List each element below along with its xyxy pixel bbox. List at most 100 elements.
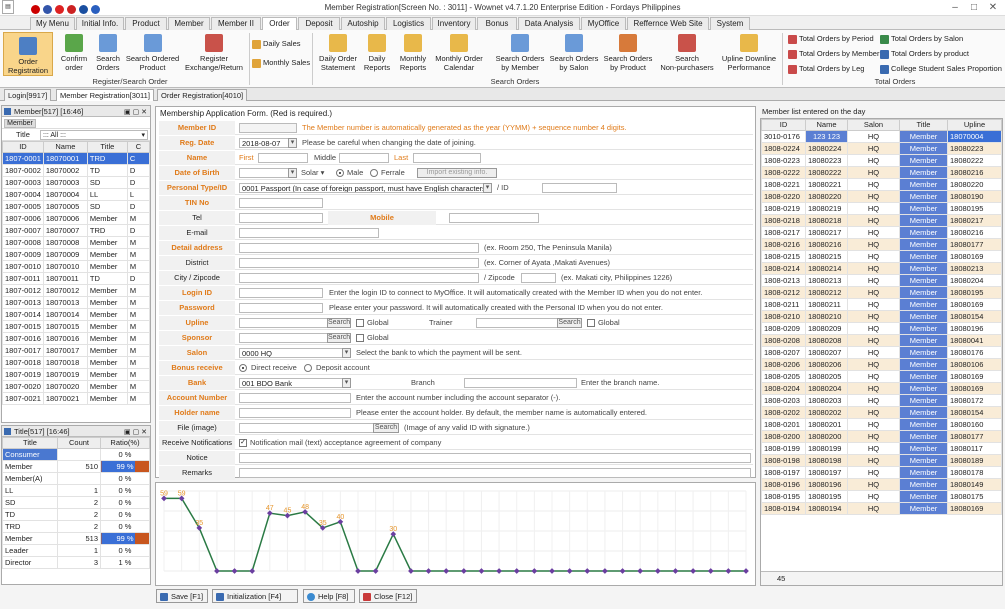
dropdown-icon[interactable]: ▾	[342, 378, 351, 388]
daily-order-statement-button[interactable]: Daily Order Statement	[318, 34, 358, 72]
table-row[interactable]: 1807-0010 18070010 Member M	[2, 260, 150, 273]
table-row[interactable]: 1808-0206 18080206 HQ Member 18080106	[761, 358, 1002, 371]
search-ordered-product-button[interactable]: Search Ordered Product	[125, 34, 180, 72]
sponsor-search-button[interactable]: Search	[327, 333, 351, 343]
register-exchange-return-button[interactable]: Register Exchange/Return	[184, 34, 244, 72]
date-dropdown-icon[interactable]: ▾	[288, 168, 297, 178]
col-title[interactable]: Title	[86, 141, 128, 153]
salon-select[interactable]: 0000 HQ	[239, 348, 351, 358]
menu-tab-order[interactable]: Order	[262, 17, 297, 31]
notification-checkbox[interactable]: ✓	[239, 439, 247, 447]
table-row[interactable]: 1808-0207 18080207 HQ Member 18080176	[761, 346, 1002, 359]
list-item[interactable]: Member 513 99 %	[2, 532, 150, 545]
table-row[interactable]: 1808-0196 18080196 HQ Member 18080149	[761, 478, 1002, 491]
col-id[interactable]: ID	[2, 141, 44, 153]
table-row[interactable]: 1807-0020 18070020 Member M	[2, 380, 150, 393]
deposit-account-radio[interactable]	[304, 364, 312, 372]
trainer-global-checkbox[interactable]	[587, 319, 595, 327]
table-row[interactable]: 1808-0216 18080216 HQ Member 18080177	[761, 238, 1002, 251]
table-row[interactable]: 1807-0005 18070005 SD D	[2, 200, 150, 213]
district-input[interactable]	[239, 258, 479, 268]
table-row[interactable]: 1808-0208 18080208 HQ Member 18080041	[761, 334, 1002, 347]
confirm-order-button[interactable]: Confirm order	[56, 34, 92, 72]
middle-name-input[interactable]	[339, 153, 389, 163]
menu-tab-logistics[interactable]: Logistics	[386, 17, 431, 30]
total-orders-by-period-button[interactable]: Total Orders by Period	[788, 33, 874, 45]
doc-tab-order-registration[interactable]: Order Registration[4010]	[157, 89, 248, 101]
total-orders-by-product-button[interactable]: Total Orders by product	[880, 48, 969, 60]
email-input[interactable]	[239, 228, 379, 238]
col-c[interactable]: C	[126, 141, 150, 153]
table-row[interactable]: 3010-0176 123 123 HQ Member 18070004	[761, 130, 1002, 143]
calendar-type-select[interactable]: Solar ▾	[301, 168, 324, 178]
table-row[interactable]: 1808-0224 18080224 HQ Member 18080223	[761, 142, 1002, 155]
close-button[interactable]: Close [F12]	[359, 589, 417, 603]
monthly-order-calendar-button[interactable]: Monthly Order Calendar	[433, 34, 485, 72]
doc-tab-member-registration[interactable]: Member Registration[3011]	[56, 89, 154, 101]
table-row[interactable]: 1808-0209 18080209 HQ Member 18080196	[761, 322, 1002, 335]
table-row[interactable]: 1807-0019 18070019 Member M	[2, 368, 150, 381]
total-orders-by-leg-button[interactable]: Total Orders by Leg	[788, 63, 864, 75]
remarks-input[interactable]	[239, 468, 751, 478]
table-row[interactable]: 1808-0220 18080220 HQ Member 18080190	[761, 190, 1002, 203]
table-row[interactable]: 1807-0014 18070014 Member M	[2, 308, 150, 321]
table-row[interactable]: 1808-0215 18080215 HQ Member 18080169	[761, 250, 1002, 263]
male-radio[interactable]	[336, 169, 344, 177]
sponsor-global-checkbox[interactable]	[356, 334, 364, 342]
table-row[interactable]: 1808-0222 18080222 HQ Member 18080216	[761, 166, 1002, 179]
menu-tab-product[interactable]: Product	[125, 17, 167, 30]
menu-tab-initial-info[interactable]: Initial Info.	[76, 17, 124, 30]
login-id-input[interactable]	[239, 288, 323, 298]
save-button[interactable]: Save [F1]	[156, 589, 208, 603]
table-row[interactable]: 1807-0018 18070018 Member M	[2, 356, 150, 369]
zipcode-input[interactable]	[521, 273, 556, 283]
table-row[interactable]: 1808-0214 18080214 HQ Member 18080213	[761, 262, 1002, 275]
table-row[interactable]: 1808-0223 18080223 HQ Member 18080222	[761, 154, 1002, 167]
menu-tab-reference-web-site[interactable]: Reffernce Web Site	[627, 17, 709, 30]
search-orders-by-salon-button[interactable]: Search Orders by Salon	[548, 34, 600, 72]
list-item[interactable]: Leader 1 0 %	[2, 544, 150, 557]
daily-sales-button[interactable]: Daily Sales	[252, 38, 301, 50]
trainer-search-button[interactable]: Search	[557, 318, 582, 328]
table-row[interactable]: 1808-0221 18080221 HQ Member 18080220	[761, 178, 1002, 191]
panel-controls-icon[interactable]: ▣ ▢ ✕	[124, 427, 147, 438]
total-orders-by-member-button[interactable]: Total Orders by Member	[788, 48, 879, 60]
menu-tab-my-menu[interactable]: My Menu	[30, 17, 75, 30]
table-row[interactable]: 1807-0017 18070017 Member M	[2, 344, 150, 357]
table-row[interactable]: 1807-0007 18070007 TRD D	[2, 224, 150, 237]
tin-input[interactable]	[239, 198, 323, 208]
list-item[interactable]: LL 1 0 %	[2, 484, 150, 497]
bank-select[interactable]: 001 BDO Bank	[239, 378, 351, 388]
upline-search-button[interactable]: Search	[327, 318, 351, 328]
upline-downline-performance-button[interactable]: Upline Downline Performance	[720, 34, 778, 72]
first-name-input[interactable]	[258, 153, 308, 163]
daily-reports-button[interactable]: Daily Reports	[362, 34, 392, 72]
total-orders-by-salon-button[interactable]: Total Orders by Salon	[880, 33, 963, 45]
col-id[interactable]: ID	[761, 119, 806, 131]
detail-address-input[interactable]	[239, 243, 479, 253]
table-row[interactable]: 1808-0194 18080194 HQ Member 18080169	[761, 502, 1002, 515]
col-title[interactable]: Title	[899, 119, 948, 131]
table-row[interactable]: 1807-0016 18070016 Member M	[2, 332, 150, 345]
personal-type-select[interactable]: 0001 Passport (In case of foreign passpo…	[239, 183, 489, 193]
table-row[interactable]: 1808-0200 18080200 HQ Member 18080177	[761, 430, 1002, 443]
table-row[interactable]: 1807-0021 18070021 Member M	[2, 392, 150, 405]
list-item[interactable]: Member(A) 0 %	[2, 472, 150, 485]
table-row[interactable]: 1808-0217 18080217 HQ Member 18080216	[761, 226, 1002, 239]
table-row[interactable]: 1808-0197 18080197 HQ Member 18080178	[761, 466, 1002, 479]
monthly-reports-button[interactable]: Monthly Reports	[396, 34, 430, 72]
menu-tab-autoship[interactable]: Autoship	[341, 17, 385, 30]
menu-tab-myoffice[interactable]: MyOffice	[581, 17, 626, 30]
direct-receive-radio[interactable]	[239, 364, 247, 372]
city-input[interactable]	[239, 273, 479, 283]
table-row[interactable]: 1807-0012 18070012 Member M	[2, 284, 150, 297]
branch-input[interactable]	[464, 378, 577, 388]
list-item[interactable]: SD 2 0 %	[2, 496, 150, 509]
table-row[interactable]: 1808-0203 18080203 HQ Member 18080172	[761, 394, 1002, 407]
list-item[interactable]: TRD 2 0 %	[2, 520, 150, 533]
table-row[interactable]: 1808-0199 18080199 HQ Member 18080117	[761, 442, 1002, 455]
college-student-sales-proportion-button[interactable]: College Student Sales Proportion	[880, 63, 1002, 75]
search-orders-by-product-button[interactable]: Search Orders by Product	[602, 34, 654, 72]
close-icon[interactable]: ✕	[984, 0, 1002, 16]
menu-tab-member-ii[interactable]: Member II	[211, 17, 261, 30]
